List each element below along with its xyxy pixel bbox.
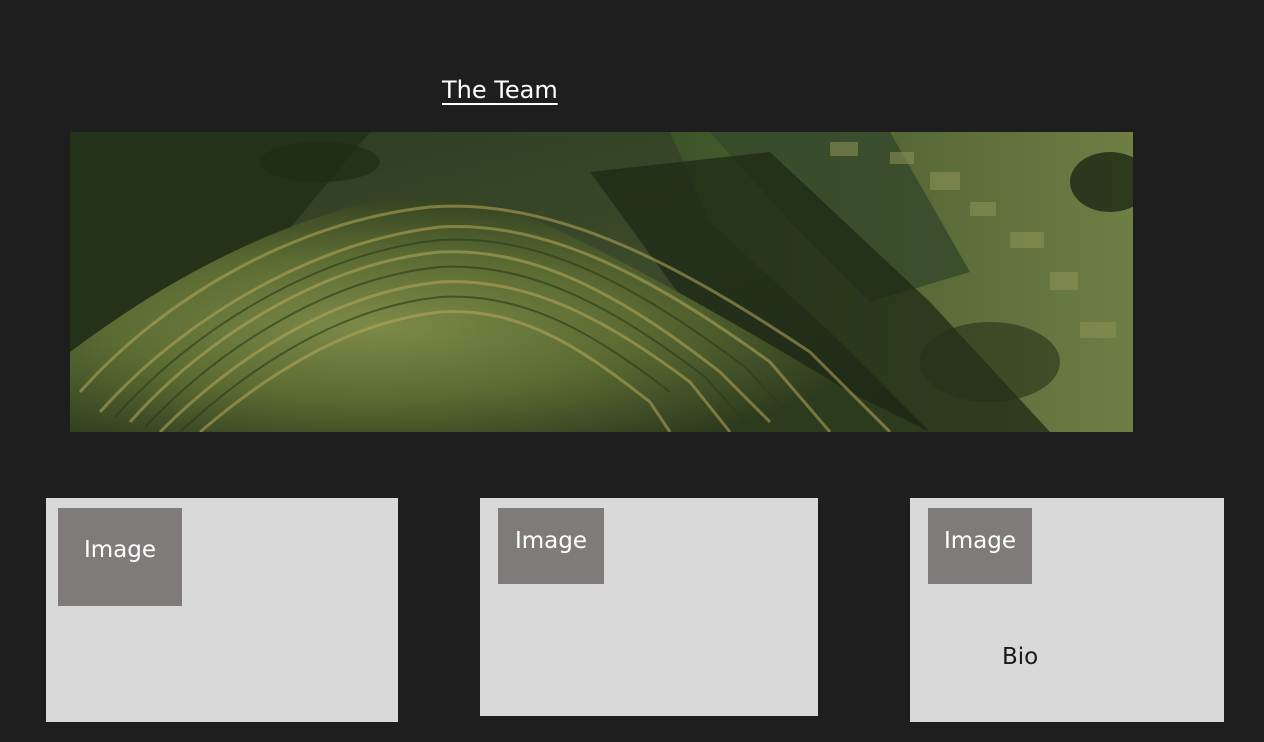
terraced-hills-illustration <box>70 132 1133 432</box>
image-placeholder-label: Image <box>514 528 588 554</box>
member-image-placeholder: Image <box>58 508 182 606</box>
team-title-link[interactable]: The Team <box>442 76 558 104</box>
image-placeholder-label: Image <box>943 528 1017 554</box>
team-page: The Team Image Image Image Bio <box>0 0 1264 742</box>
team-member-card: Image <box>46 498 398 722</box>
team-member-card: Image Bio <box>910 498 1224 722</box>
member-image-placeholder: Image <box>498 508 604 584</box>
member-image-placeholder: Image <box>928 508 1032 584</box>
member-bio: Bio <box>1002 644 1039 670</box>
hero-image <box>70 132 1133 432</box>
team-member-card: Image <box>480 498 818 716</box>
image-placeholder-label: Image <box>83 537 157 563</box>
